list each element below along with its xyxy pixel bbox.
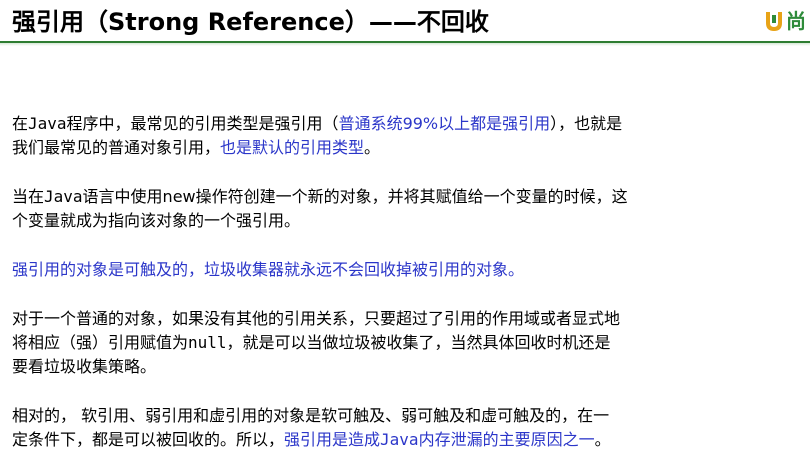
code-text: Java: [28, 114, 67, 133]
text-run: 。: [594, 430, 611, 449]
paragraph-line: 当在Java语言中使用new操作符创建一个新的对象，并将其赋值给一个变量的时候，…: [12, 185, 804, 209]
paragraph-line: 定条件下，都是可以被回收的。所以，强引用是造成Java内存泄漏的主要原因之一。: [12, 428, 804, 452]
paragraph-4: 对于一个普通的对象，如果没有其他的引用关系，只要超过了引用的作用域或者显式地 将…: [12, 307, 804, 379]
highlight-text: 强引用的对象是可触及的，垃圾收集器就永远不会回收掉被引用的对象。: [12, 260, 525, 279]
paragraph-1: 在Java程序中，最常见的引用类型是强引用（普通系统99%以上都是强引用），也就…: [12, 112, 804, 160]
paragraph-5: 相对的， 软引用、弱引用和虚引用的对象是软可触及、弱可触及和虚可触及的，在一 定…: [12, 404, 804, 452]
paragraph-line: 要看垃圾收集策略。: [12, 357, 157, 376]
slide-body: 在Java程序中，最常见的引用类型是强引用（普通系统99%以上都是强引用），也就…: [12, 112, 804, 457]
text-run: 当在: [12, 187, 45, 206]
text-run: ），也就是: [550, 114, 623, 133]
highlight-text: 内存泄漏的主要原因之一: [418, 430, 595, 449]
text-run: 程序中，最常见的引用类型是强引用（: [66, 114, 339, 133]
paragraph-line: 对于一个普通的对象，如果没有其他的引用关系，只要超过了引用的作用域或者显式地: [12, 309, 621, 328]
slide-header: 强引用（Strong Reference）——不回收 尚: [0, 0, 810, 46]
code-text: null: [188, 333, 227, 352]
logo-u-icon: [766, 12, 782, 31]
paragraph-2: 当在Java语言中使用new操作符创建一个新的对象，并将其赋值给一个变量的时候，…: [12, 185, 804, 233]
paragraph-line: 我们最常见的普通对象引用，也是默认的引用类型。: [12, 136, 804, 160]
highlight-text: 也是默认的引用类型: [220, 138, 365, 157]
highlight-text: 普通系统99%以上都是强引用: [338, 114, 551, 133]
paragraph-line: 个变量就成为指向该对象的一个强引用。: [12, 211, 301, 230]
brand-logo: 尚: [760, 6, 810, 38]
text-run: 定条件下，都是可以被回收的。所以，: [12, 430, 285, 449]
highlight-code-text: Java: [380, 430, 419, 449]
text-run: 在: [12, 114, 29, 133]
logo-text: 尚: [786, 9, 806, 33]
slide-title: 强引用（Strong Reference）——不回收: [12, 8, 489, 36]
paragraph-3: 强引用的对象是可触及的，垃圾收集器就永远不会回收掉被引用的对象。: [12, 258, 804, 282]
highlight-text: 强引用是造成: [284, 430, 381, 449]
paragraph-line: 相对的， 软引用、弱引用和虚引用的对象是软可触及、弱可触及和虚可触及的，在一: [12, 406, 610, 425]
text-run: ，就是可以当做垃圾被收集了，当然具体回收时机还是: [226, 333, 611, 352]
title-underline-shadow: [0, 43, 810, 46]
text-run: 。: [364, 138, 381, 157]
paragraph-line: 将相应（强）引用赋值为null，就是可以当做垃圾被收集了，当然具体回收时机还是: [12, 331, 804, 355]
code-text: Java: [44, 187, 83, 206]
text-run: 将相应（强）引用赋值为: [12, 333, 189, 352]
text-run: 语言中使用new操作符创建一个新的对象，并将其赋值给一个变量的时候，这: [82, 187, 628, 206]
text-run: 我们最常见的普通对象引用，: [12, 138, 221, 157]
paragraph-line: 在Java程序中，最常见的引用类型是强引用（普通系统99%以上都是强引用），也就…: [12, 112, 804, 136]
